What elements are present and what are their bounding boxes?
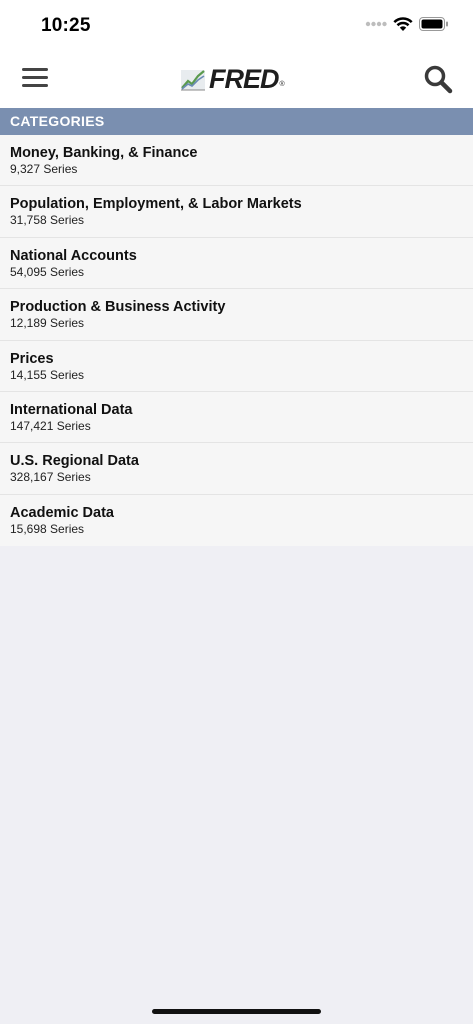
list-item[interactable]: Prices 14,155 Series: [0, 340, 473, 392]
list-item[interactable]: International Data 147,421 Series: [0, 391, 473, 444]
hamburger-menu-icon: [22, 68, 48, 87]
status-time: 10:25: [41, 15, 91, 36]
category-title: National Accounts: [10, 247, 137, 264]
logo-text: FRED: [209, 63, 279, 94]
list-item[interactable]: National Accounts 54,095 Series: [0, 237, 473, 290]
category-title: International Data: [10, 401, 133, 418]
category-count: 54,095 Series: [10, 264, 85, 279]
status-bar: 10:25: [0, 0, 473, 52]
category-title: Money, Banking, & Finance: [10, 145, 198, 161]
category-count: 15,698 Series: [10, 521, 85, 536]
cellular-signal-icon: [365, 21, 387, 27]
battery-icon: [419, 17, 448, 31]
list-item[interactable]: Academic Data 15,698 Series: [0, 494, 473, 547]
category-count: 31,758 Series: [10, 213, 85, 228]
logo-registered-mark: ®: [279, 81, 285, 88]
list-item[interactable]: Money, Banking, & Finance 9,327 Series: [0, 135, 473, 187]
category-count: 12,189 Series: [10, 316, 85, 331]
category-title: Academic Data: [10, 504, 114, 521]
fred-chart-logo-icon: [181, 70, 205, 91]
search-button[interactable]: [423, 64, 453, 94]
category-count: 147,421 Series: [10, 418, 91, 433]
categories-list: Money, Banking, & Finance 9,327 Series P…: [0, 135, 473, 547]
category-count: 14,155 Series: [10, 367, 85, 382]
menu-button[interactable]: [22, 68, 48, 90]
list-item[interactable]: Population, Employment, & Labor Markets …: [0, 186, 473, 238]
home-indicator[interactable]: [152, 1009, 321, 1014]
categories-header: CATEGORIES: [0, 108, 473, 135]
category-title: Population, Employment, & Labor Markets: [10, 196, 302, 213]
wifi-icon: [393, 17, 413, 31]
fred-logo: FRED ®: [180, 64, 285, 94]
list-item[interactable]: Production & Business Activity 12,189 Se…: [0, 289, 473, 341]
search-icon: [424, 65, 453, 94]
category-title: Prices: [10, 350, 54, 367]
category-title: Production & Business Activity: [10, 299, 226, 316]
status-icons: [365, 16, 449, 32]
list-item[interactable]: U.S. Regional Data 328,167 Series: [0, 443, 473, 495]
category-count: 328,167 Series: [10, 470, 91, 485]
category-title: U.S. Regional Data: [10, 453, 139, 470]
nav-bar: FRED ®: [0, 52, 473, 108]
category-count: 9,327 Series: [10, 162, 78, 176]
